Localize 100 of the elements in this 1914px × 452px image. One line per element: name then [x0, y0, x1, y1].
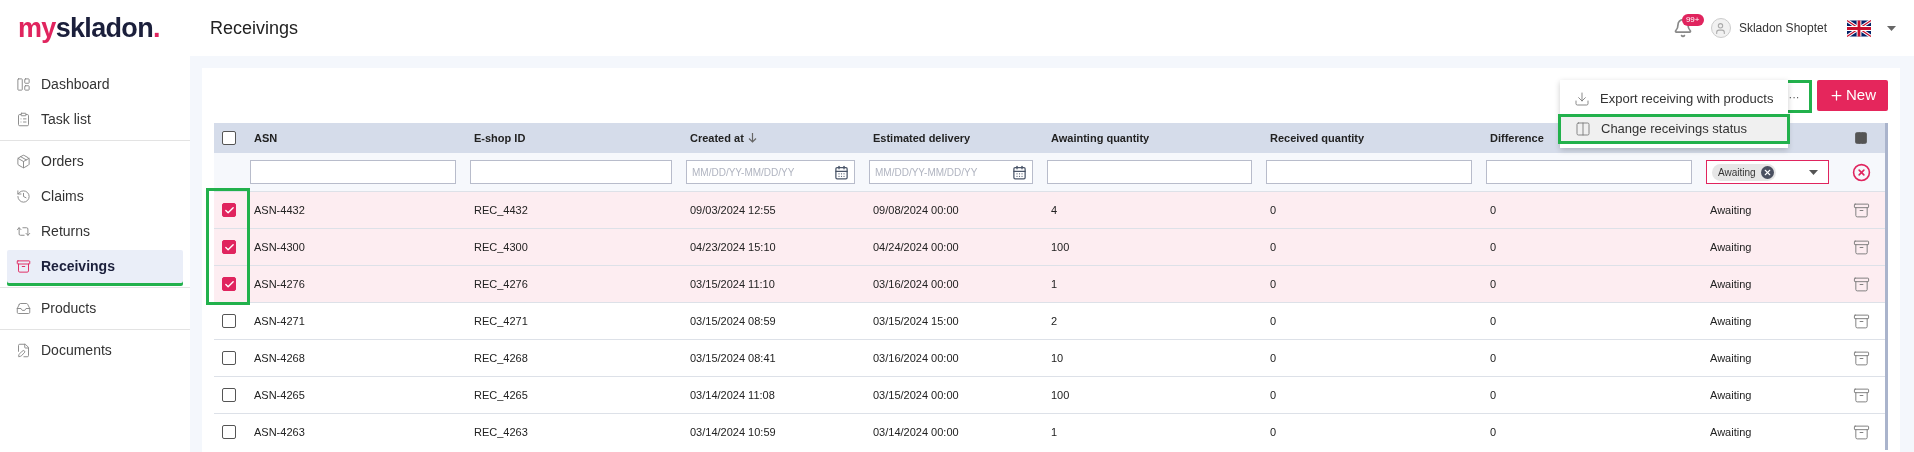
checkbox[interactable] [222, 425, 236, 439]
table-cell: 0 [1490, 203, 1497, 216]
table-cell: ASN-4271 [254, 314, 305, 327]
table-cell: 03/16/2024 00:00 [873, 277, 959, 290]
sidebar-item[interactable]: Dashboard [7, 68, 183, 101]
column-header[interactable]: E-shop ID [474, 129, 526, 147]
status-filter-select[interactable]: Awaiting [1706, 160, 1829, 184]
tray-icon[interactable] [1852, 423, 1870, 441]
table-cell: Awaiting [1710, 351, 1752, 364]
remove-chip-icon[interactable] [1760, 165, 1774, 179]
table-cell: 0 [1490, 388, 1497, 401]
table-cell: Awaiting [1710, 203, 1752, 216]
table-cell: 03/14/2024 11:08 [690, 388, 775, 401]
sidebar-item[interactable]: Claims [7, 180, 183, 213]
column-header[interactable]: Awainting quantity [1051, 129, 1150, 147]
document-icon [16, 343, 31, 358]
sidebar-item[interactable]: Documents [7, 334, 183, 367]
table-cell: 100 [1051, 388, 1070, 401]
sidebar-item[interactable]: Products [7, 292, 183, 325]
table-row[interactable]: ASN-4432 REC_4432 09/03/2024 12:55 09/08/2024 00:00 4 0 0 Awaiting [214, 191, 1885, 228]
column-header[interactable]: Received quantity [1270, 129, 1365, 147]
table-cell: 03/16/2024 00:00 [873, 351, 959, 364]
sort-arrow-icon[interactable] [747, 133, 757, 143]
column-header[interactable]: Difference [1490, 129, 1544, 147]
table-cell: 03/15/2024 00:00 [873, 388, 959, 401]
filter-field[interactable] [1266, 160, 1472, 184]
table-cell: 1 [1051, 425, 1058, 438]
filter-field[interactable] [1486, 160, 1692, 184]
checkbox[interactable] [222, 351, 236, 365]
table-cell: ASN-4300 [254, 240, 305, 253]
checkbox[interactable] [222, 314, 236, 328]
checkbox[interactable] [222, 203, 236, 217]
tray-icon[interactable] [1852, 238, 1870, 256]
table-cell: 2 [1051, 314, 1058, 327]
table-row[interactable]: ASN-4276 REC_4276 03/15/2024 11:10 03/16/2024 00:00 1 0 0 Awaiting [214, 265, 1885, 302]
table-row[interactable]: ASN-4300 REC_4300 04/23/2024 15:10 04/24/2024 00:00 100 0 0 Awaiting [214, 228, 1885, 265]
sidebar-item[interactable]: Returns [7, 215, 183, 248]
user-name[interactable]: Skladon Shoptet [1738, 19, 1827, 37]
table-cell: ASN-4432 [254, 203, 305, 216]
table-cell: Awaiting [1710, 425, 1752, 438]
table-cell: 1 [1051, 277, 1058, 290]
box-icon [16, 154, 31, 169]
table-cell: 0 [1490, 425, 1497, 438]
tray-icon[interactable] [1852, 349, 1870, 367]
table-cell: REC_4300 [474, 240, 528, 253]
plus-icon [1829, 88, 1844, 103]
table-cell: 04/24/2024 00:00 [873, 240, 959, 253]
table-cell: REC_4268 [474, 351, 528, 364]
caret-icon[interactable] [1887, 25, 1896, 31]
clear-filter-icon[interactable] [1851, 162, 1871, 182]
layout-icon [16, 77, 31, 92]
table-cell: ASN-4265 [254, 388, 305, 401]
table-cell: 0 [1270, 388, 1277, 401]
table-cell: ASN-4276 [254, 277, 305, 290]
filter-field[interactable] [250, 160, 456, 184]
history-icon [16, 189, 31, 204]
tray-icon[interactable] [1852, 201, 1870, 219]
table-cell: 0 [1490, 351, 1497, 364]
checkbox[interactable] [222, 277, 236, 291]
flag-icon[interactable] [1847, 19, 1871, 37]
calendar-icon [834, 164, 849, 180]
arrows-icon [16, 224, 31, 239]
checkbox[interactable] [222, 240, 236, 254]
table-cell: 0 [1270, 314, 1277, 327]
clipboard-icon [16, 112, 31, 127]
column-header[interactable]: Created at [690, 129, 757, 147]
sidebar-item[interactable]: Orders [7, 145, 183, 178]
new-button[interactable]: New [1817, 80, 1888, 111]
logo[interactable]: myskladon. [18, 7, 210, 49]
table-cell: ASN-4263 [254, 425, 305, 438]
tray-icon[interactable] [1852, 312, 1870, 330]
table-cell: 0 [1490, 314, 1497, 327]
table-cell: 0 [1490, 277, 1497, 290]
filter-chip[interactable]: Awaiting [1712, 163, 1776, 181]
table-cell: 04/23/2024 15:10 [690, 240, 776, 253]
page-title: Receivings [210, 16, 299, 40]
table-cell: 0 [1270, 351, 1277, 364]
sidebar-item[interactable]: Task list [7, 103, 183, 136]
filter-field[interactable] [1047, 160, 1252, 184]
table-cell: REC_4432 [474, 203, 528, 216]
menu-item[interactable]: Change receivings status [1558, 114, 1790, 144]
table-cell: 03/15/2024 15:00 [873, 314, 959, 327]
filter-field[interactable] [470, 160, 672, 184]
table-cell: 09/03/2024 12:55 [690, 203, 776, 216]
table-cell: Awaiting [1710, 388, 1752, 401]
tray-icon [16, 259, 31, 274]
checkbox[interactable] [222, 388, 236, 402]
table-cell: Awaiting [1710, 240, 1752, 253]
calendar-icon [1012, 164, 1027, 180]
download-icon [1574, 91, 1590, 107]
tray-icon[interactable] [1852, 275, 1870, 293]
table-cell: Awaiting [1710, 277, 1752, 290]
table-cell: 03/15/2024 11:10 [690, 277, 775, 290]
tray-icon[interactable] [1852, 386, 1870, 404]
sidebar-item[interactable]: Receivings [7, 250, 183, 283]
table-cell: 0 [1490, 240, 1497, 253]
column-header[interactable]: ASN [254, 129, 278, 147]
checkbox[interactable] [222, 131, 236, 145]
table-cell: REC_4265 [474, 388, 528, 401]
column-header[interactable]: Estimated delivery [873, 129, 971, 147]
